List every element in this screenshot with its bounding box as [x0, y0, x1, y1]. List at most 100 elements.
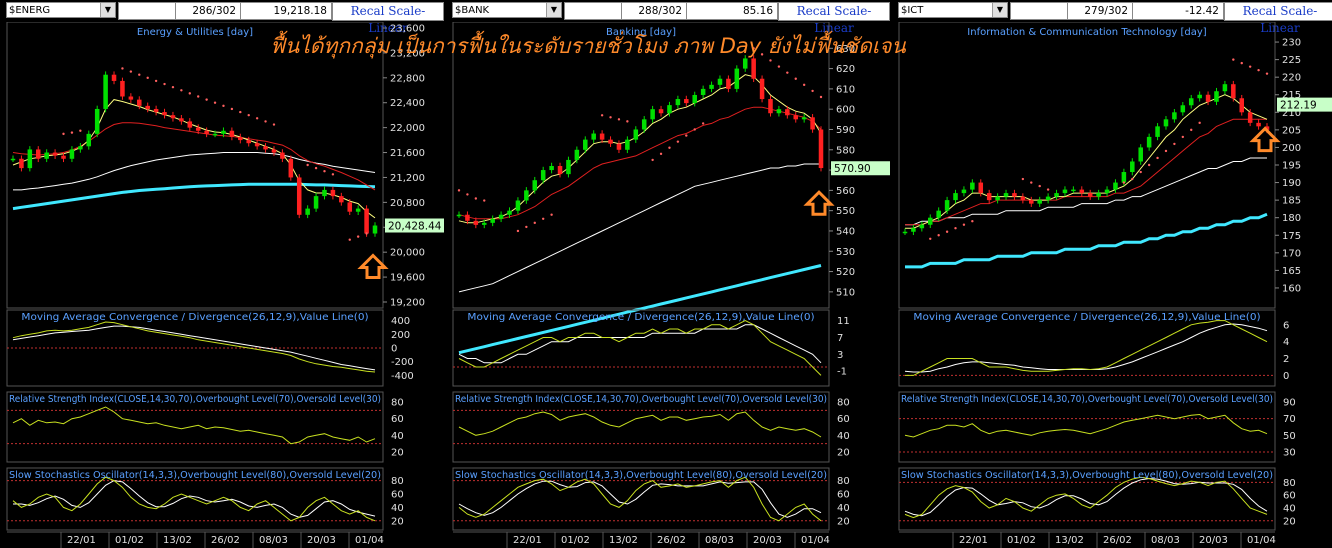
candle-body	[557, 166, 563, 175]
sar-dot	[1248, 65, 1252, 68]
chart-title: Information & Communication Technology […	[967, 27, 1207, 38]
candle-body	[717, 78, 723, 85]
macd-title: Moving Average Convergence / Divergence(…	[913, 312, 1260, 323]
candle-body	[288, 158, 294, 178]
sar-dot	[323, 170, 326, 173]
rsi-tick-label: 50	[1283, 431, 1296, 442]
rsi-title: Relative Strength Index(CLOSE,14,30,70),…	[901, 394, 1273, 405]
candle-body	[684, 99, 689, 104]
macd-tick-label: 7	[837, 333, 843, 344]
candle-body	[700, 88, 706, 95]
symbol-select[interactable]: $ICT ▼	[898, 2, 1008, 18]
sar-dot	[1156, 156, 1159, 160]
sar-dot	[1173, 142, 1176, 146]
price-tick-label: 165	[1282, 266, 1301, 277]
candle-body	[633, 129, 639, 140]
candle-body	[355, 208, 361, 212]
sar-dot	[1257, 68, 1260, 72]
ma-short-line	[458, 74, 822, 224]
sar-dot	[62, 132, 65, 136]
candle-body	[1256, 122, 1261, 127]
stoch-title: Slow Stochastics Oscillator(14,3,3),Over…	[901, 470, 1273, 481]
sar-dot	[121, 67, 124, 70]
candle-body	[153, 108, 159, 113]
sar-dot	[1147, 163, 1151, 167]
stoch-tick-label: 80	[391, 476, 404, 487]
candle-body	[1096, 193, 1101, 197]
chart-canvas: Information & Communication Technology […	[898, 22, 1332, 548]
last-value: 19,218.18	[240, 2, 332, 20]
candle-body	[1214, 91, 1219, 102]
candle-body	[1003, 193, 1009, 197]
stoch-tick-label: 60	[1283, 491, 1296, 502]
ma-long-line	[905, 157, 1267, 226]
candle-body	[305, 208, 310, 215]
candle-body	[111, 74, 117, 81]
price-tick-label: 21,600	[390, 148, 425, 159]
macd-signal-line	[904, 323, 1268, 373]
macd-tick-label: 0	[391, 344, 397, 355]
candle-body	[524, 190, 529, 201]
candle-body	[583, 139, 588, 150]
stoch-title: Slow Stochastics Oscillator(14,3,3),Over…	[9, 470, 381, 481]
recal-scale-button[interactable]: Recal Scale-Linear	[778, 2, 890, 35]
sar-dot	[205, 98, 208, 101]
date-tick-label: 22/01	[513, 535, 542, 546]
sar-dot	[365, 232, 368, 235]
macd-tick-label: -200	[391, 357, 414, 368]
symbol-select[interactable]: $BANK ▼	[452, 2, 562, 18]
price-tick-label: 19,200	[390, 298, 425, 309]
candle-body	[254, 143, 260, 147]
bar-counter: 279/302	[1067, 2, 1133, 20]
price-tick-label: 610	[836, 84, 855, 95]
chart-canvas: Banking [day]630620610600590580570560550…	[452, 22, 890, 548]
candle-body	[927, 217, 933, 225]
candle-body	[785, 109, 790, 116]
rsi-tick-label: 60	[837, 414, 850, 425]
recal-scale-button[interactable]: Recal Scale-Linear	[332, 2, 444, 35]
candle-body	[10, 158, 16, 161]
ma-longest-line	[458, 264, 822, 355]
ma-longest-line	[905, 212, 1268, 269]
price-tick-label: 19,600	[390, 273, 425, 284]
candle-body	[810, 117, 815, 130]
price-tick-label: 200	[1282, 143, 1301, 154]
sar-dot	[533, 221, 536, 225]
sar-dot	[1030, 181, 1033, 184]
candle-body	[1231, 84, 1236, 99]
chevron-down-icon[interactable]: ▼	[100, 3, 115, 17]
sar-dot	[617, 118, 621, 121]
stoch-tick-label: 60	[391, 489, 404, 500]
last-price-label: 212.19	[1280, 100, 1317, 112]
symbol-toolbar: $ICT ▼ 279/302 -12.42 Recal Scale-Linear	[895, 0, 1332, 35]
sar-dot	[954, 227, 957, 230]
date-tick-label: 01/04	[1247, 535, 1276, 546]
date-tick-label: 13/02	[163, 535, 192, 546]
candle-body	[675, 99, 681, 106]
candle-body	[339, 196, 344, 203]
chevron-down-icon[interactable]: ▼	[992, 3, 1007, 17]
candle-body	[759, 78, 765, 100]
blank-field	[564, 2, 622, 20]
last-price-label: 20,428.44	[388, 221, 442, 233]
candle-body	[35, 149, 41, 159]
sar-dot	[937, 234, 940, 237]
symbol-select[interactable]: $ENERG ▼	[6, 2, 116, 18]
candle-body	[204, 130, 209, 134]
sar-dot	[129, 70, 133, 73]
price-tick-label: 230	[1282, 38, 1301, 49]
date-tick-label: 22/01	[959, 535, 988, 546]
sar-dot	[239, 110, 242, 114]
date-tick-label: 01/02	[561, 535, 590, 546]
blank-field	[118, 2, 176, 20]
candle-body	[1247, 112, 1253, 123]
sar-dot	[1198, 121, 1201, 125]
price-tick-label: 180	[1282, 213, 1301, 224]
sar-dot	[777, 65, 781, 68]
sar-dot	[811, 89, 814, 93]
recal-scale-button[interactable]: Recal Scale-Linear	[1224, 2, 1332, 35]
candle-body	[641, 119, 647, 130]
chevron-down-icon[interactable]: ▼	[546, 3, 561, 17]
sar-dot	[701, 122, 705, 125]
sar-dot	[659, 152, 663, 156]
